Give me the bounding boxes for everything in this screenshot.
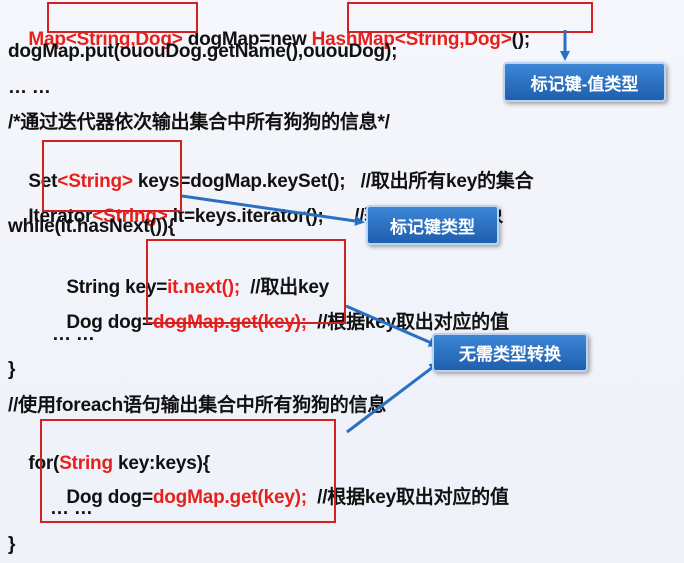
callout-no-cast: 无需类型转换 [432,333,588,372]
callout-label: 无需类型转换 [459,345,561,364]
callout-key-type: 标记键类型 [366,205,499,245]
arrow-no-cast-top [345,304,439,347]
slide: Map<String,Dog> dogMap=new HashMap<Strin… [0,0,684,563]
callout-label: 标记键-值类型 [530,74,639,94]
arrow-no-cast-bottom [346,362,440,434]
callout-key-value-type: 标记键-值类型 [503,62,666,102]
callout-label: 标记键类型 [390,217,475,237]
arrow-key-type [181,194,365,226]
